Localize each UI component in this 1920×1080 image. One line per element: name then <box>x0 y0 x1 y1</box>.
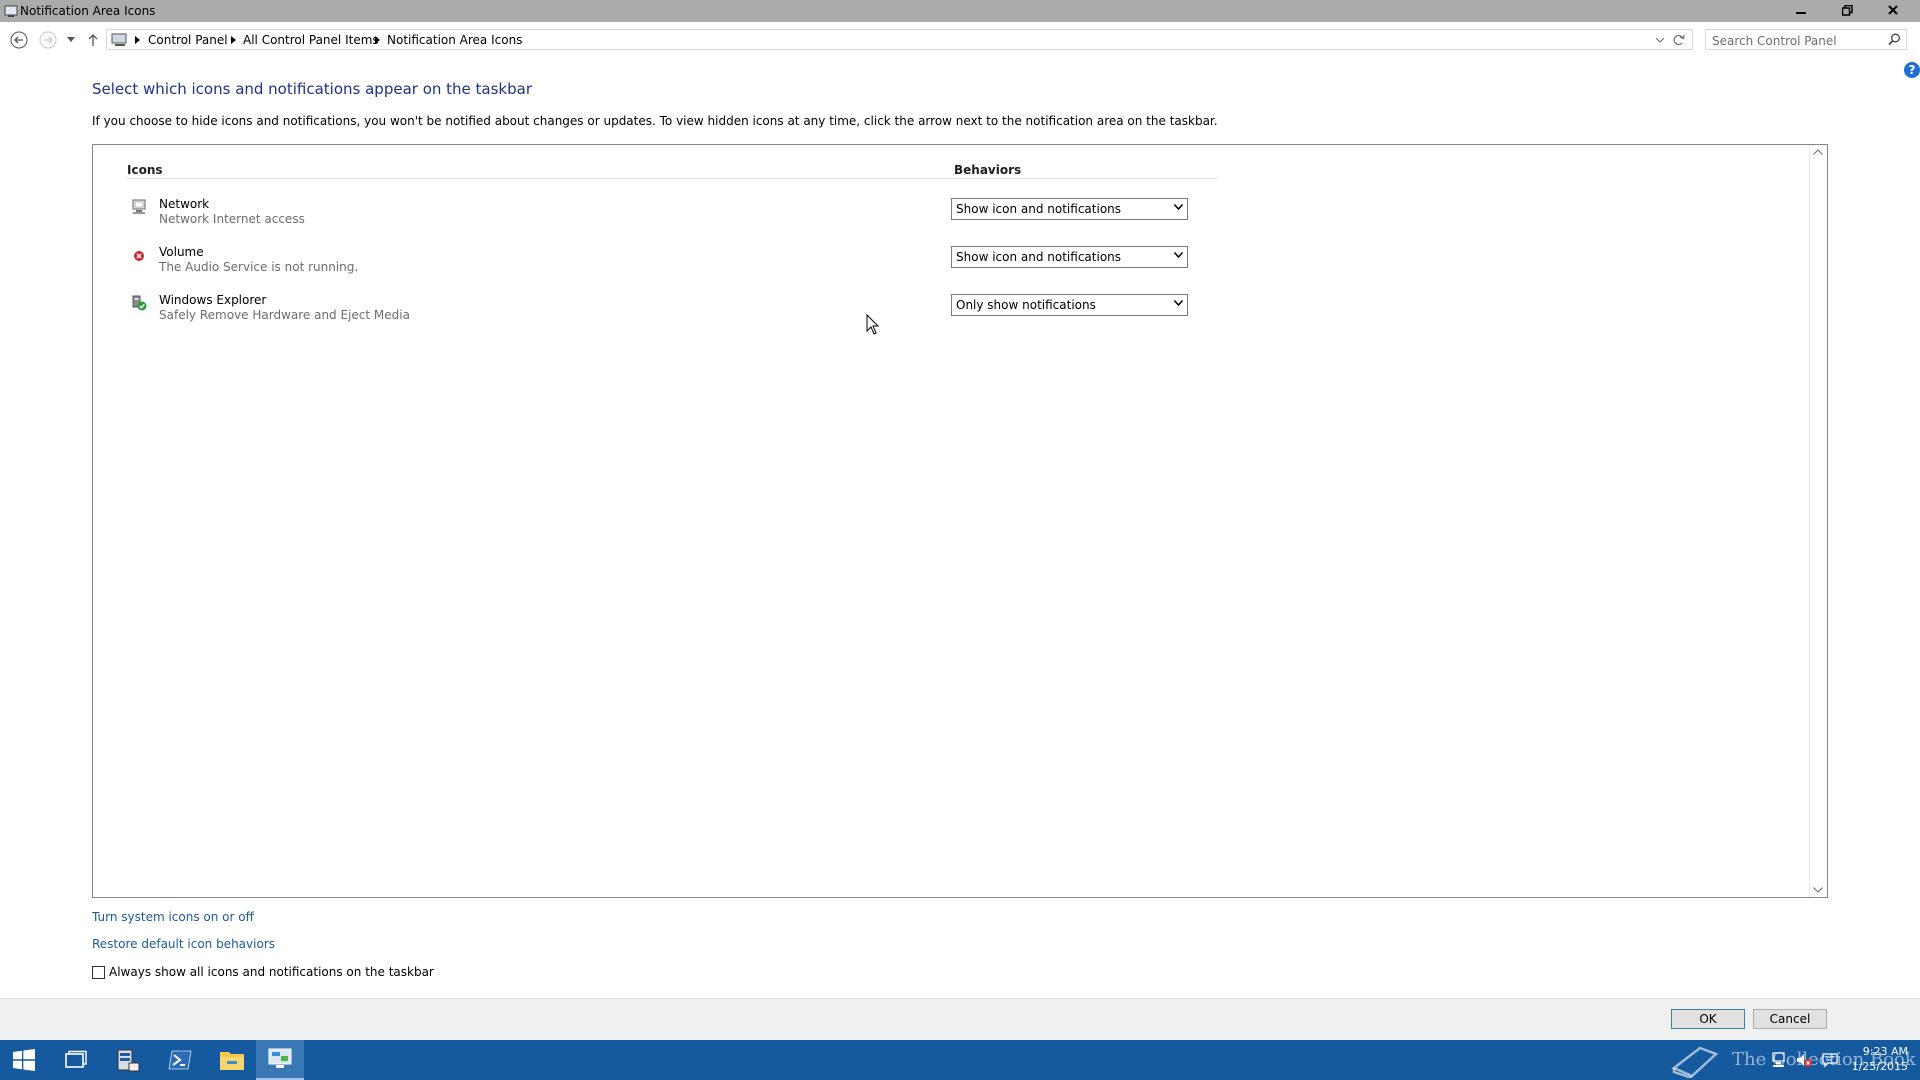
task-view-button[interactable] <box>52 1040 100 1080</box>
forward-button[interactable] <box>37 26 59 54</box>
restore-icon <box>1841 4 1853 16</box>
selected-behavior: Show icon and notifications <box>956 250 1122 264</box>
list-item-network[interactable]: Network Network Internet access Show ico… <box>93 195 1293 239</box>
breadcrumb-separator-icon <box>375 36 380 44</box>
header-divider <box>127 178 1217 179</box>
back-button[interactable] <box>8 26 30 54</box>
ok-button[interactable]: OK <box>1671 1009 1745 1029</box>
back-arrow-icon <box>10 31 28 49</box>
scroll-down-icon[interactable] <box>1813 887 1823 893</box>
forward-arrow-icon <box>39 31 57 49</box>
up-button[interactable] <box>84 26 102 54</box>
title-bar[interactable]: Notification Area Icons <box>0 0 1920 22</box>
breadcrumb-separator-icon <box>135 36 140 44</box>
network-icon <box>132 199 146 214</box>
search-box[interactable] <box>1705 29 1907 50</box>
computer-icon <box>111 33 127 46</box>
taskbar <box>0 1040 1920 1080</box>
taskbar-powershell[interactable] <box>156 1040 204 1080</box>
column-header-behaviors: Behaviors <box>954 163 1022 177</box>
recent-locations-button[interactable] <box>64 26 78 54</box>
taskbar-control-panel[interactable] <box>256 1040 304 1080</box>
search-icon[interactable] <box>1888 33 1901 46</box>
close-button[interactable] <box>1870 0 1916 20</box>
address-history-dropdown-icon[interactable] <box>1656 37 1664 43</box>
breadcrumb-notification-area-icons[interactable]: Notification Area Icons <box>387 33 522 47</box>
intro-text: If you choose to hide icons and notifica… <box>92 114 1218 128</box>
list-item-volume[interactable]: Volume The Audio Service is not running.… <box>93 243 1293 287</box>
restore-defaults-link[interactable]: Restore default icon behaviors <box>92 937 275 951</box>
start-icon <box>13 1049 35 1071</box>
help-icon[interactable]: ? <box>1904 62 1920 78</box>
refresh-icon[interactable] <box>1672 33 1686 47</box>
always-show-all-checkbox[interactable] <box>92 966 105 979</box>
address-bar[interactable]: Control Panel All Control Panel Items No… <box>106 29 1693 50</box>
item-description: Safely Remove Hardware and Eject Media <box>159 308 410 322</box>
always-show-all-label[interactable]: Always show all icons and notifications … <box>109 965 434 979</box>
control-panel-window-icon <box>4 5 18 17</box>
window-title: Notification Area Icons <box>20 4 156 18</box>
taskbar-file-explorer[interactable] <box>208 1040 256 1080</box>
page-title: Select which icons and notifications app… <box>92 80 532 98</box>
clock-time: 9:23 AM <box>1862 1045 1908 1058</box>
taskbar-clock[interactable]: 9:23 AM 1/25/2015 <box>1850 1044 1908 1074</box>
chevron-down-icon <box>1174 252 1183 258</box>
volume-error-tray-icon[interactable] <box>1796 1052 1812 1068</box>
up-arrow-icon <box>88 34 98 46</box>
breadcrumb-control-panel[interactable]: Control Panel <box>148 33 228 47</box>
clock-date: 1/25/2015 <box>1851 1060 1908 1073</box>
task-view-icon <box>65 1050 87 1068</box>
book-logo-icon <box>1671 1046 1719 1078</box>
control-panel-icon <box>268 1048 292 1068</box>
list-item-windows-explorer[interactable]: Windows Explorer Safely Remove Hardware … <box>93 291 1293 335</box>
item-description: Network Internet access <box>159 212 305 226</box>
taskbar-server-manager[interactable] <box>104 1040 152 1080</box>
icons-behaviors-list[interactable]: Icons Behaviors Network Network Internet… <box>92 144 1828 898</box>
item-name: Windows Explorer <box>159 293 267 307</box>
chevron-down-icon <box>67 37 75 42</box>
turn-system-icons-link[interactable]: Turn system icons on or off <box>92 910 254 924</box>
selected-behavior: Show icon and notifications <box>956 202 1122 216</box>
action-center-icon[interactable] <box>1822 1052 1838 1068</box>
item-name: Network <box>159 197 210 211</box>
scroll-up-icon[interactable] <box>1813 149 1823 155</box>
vertical-scrollbar[interactable] <box>1809 145 1827 897</box>
search-input[interactable] <box>1710 31 1884 50</box>
minimize-button[interactable] <box>1778 0 1824 20</box>
navigation-bar: Control Panel All Control Panel Items No… <box>0 26 1920 56</box>
cancel-button[interactable]: Cancel <box>1753 1009 1827 1029</box>
minimize-icon <box>1796 12 1806 14</box>
restore-button[interactable] <box>1824 0 1870 20</box>
powershell-icon <box>168 1050 192 1070</box>
chevron-down-icon <box>1174 300 1183 306</box>
selected-behavior: Only show notifications <box>956 298 1096 312</box>
network-tray-icon[interactable] <box>1772 1052 1788 1068</box>
breadcrumb-all-items[interactable]: All Control Panel Items <box>243 33 379 47</box>
behavior-select-volume[interactable]: Show icon and notifications <box>951 246 1188 268</box>
volume-error-icon <box>134 251 144 261</box>
behavior-select-windows-explorer[interactable]: Only show notifications <box>951 294 1188 316</box>
close-icon <box>1888 5 1898 15</box>
column-header-icons: Icons <box>127 163 163 177</box>
server-manager-icon <box>117 1049 140 1072</box>
behavior-select-network[interactable]: Show icon and notifications <box>951 198 1188 220</box>
chevron-down-icon <box>1174 204 1183 210</box>
safely-remove-icon <box>132 295 147 311</box>
file-explorer-icon <box>220 1052 244 1070</box>
item-description: The Audio Service is not running. <box>159 260 359 274</box>
item-name: Volume <box>159 245 204 259</box>
mouse-cursor-icon <box>866 314 880 335</box>
dialog-footer: OK Cancel <box>0 998 1920 1041</box>
breadcrumb-separator-icon <box>231 36 236 44</box>
start-button[interactable] <box>0 1040 48 1080</box>
